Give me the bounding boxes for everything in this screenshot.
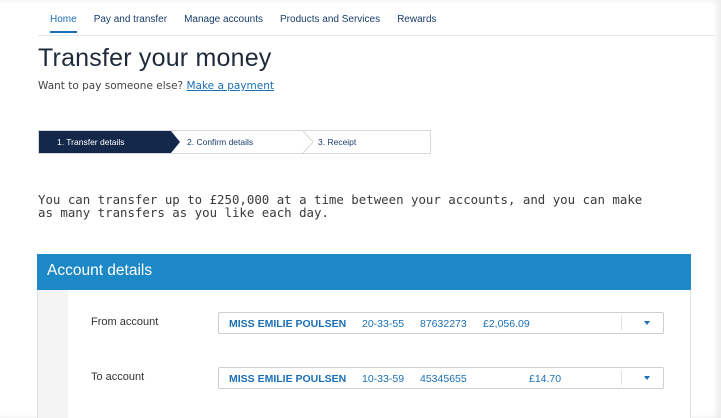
step-receipt: 3. Receipt — [318, 137, 357, 147]
chevron-down-icon[interactable] — [644, 376, 650, 380]
to-account-select[interactable]: MISS EMILIE POULSEN 10-33-59 45345655 £1… — [218, 367, 664, 389]
transfer-limit-info: You can transfer up to £250,000 at a tim… — [38, 192, 643, 220]
page: Home Pay and transfer Manage accounts Pr… — [0, 0, 721, 418]
from-balance: £2,056.09 — [483, 318, 530, 330]
subtitle: Want to pay someone else? Make a payment — [38, 80, 274, 92]
to-sort-code: 10-33-59 — [362, 373, 405, 385]
from-account-select[interactable]: MISS EMILIE POULSEN 20-33-55 87632273 £2… — [218, 312, 664, 334]
chevron-down-icon[interactable] — [644, 321, 650, 325]
step-transfer-details: 1. Transfer details — [39, 131, 171, 153]
nav-item-pay-and-transfer[interactable]: Pay and transfer — [94, 14, 167, 33]
step-chevron-icon — [302, 131, 314, 153]
make-a-payment-link[interactable]: Make a payment — [186, 80, 274, 92]
to-balance: £14.70 — [529, 373, 562, 385]
from-account-name: MISS EMILIE POULSEN — [229, 318, 347, 330]
to-account-number: 45345655 — [420, 373, 467, 385]
top-navigation: Home Pay and transfer Manage accounts Pr… — [50, 14, 454, 33]
from-sort-code: 20-33-55 — [362, 318, 405, 330]
from-account-number: 87632273 — [420, 318, 467, 330]
page-title: Transfer your money — [38, 44, 272, 72]
subtitle-text: Want to pay someone else? — [38, 80, 184, 92]
nav-item-home[interactable]: Home — [50, 14, 77, 33]
select-divider — [621, 316, 622, 330]
nav-divider — [38, 35, 715, 36]
progress-stepper: 1. Transfer details 2. Confirm details 3… — [38, 130, 431, 154]
select-divider — [621, 371, 622, 385]
panel-title: Account details — [47, 262, 153, 279]
nav-item-products-and-services[interactable]: Products and Services — [280, 14, 380, 33]
nav-item-rewards[interactable]: Rewards — [397, 14, 436, 33]
panel-content — [68, 290, 690, 418]
account-details-header: Account details — [37, 254, 691, 290]
step-confirm-details: 2. Confirm details — [187, 137, 254, 147]
account-details-panel — [37, 290, 691, 418]
from-account-label: From account — [91, 316, 159, 328]
to-account-name: MISS EMILIE POULSEN — [229, 373, 347, 385]
nav-item-manage-accounts[interactable]: Manage accounts — [184, 14, 263, 33]
step-active-arrow — [171, 131, 180, 153]
to-account-label: To account — [91, 371, 145, 383]
